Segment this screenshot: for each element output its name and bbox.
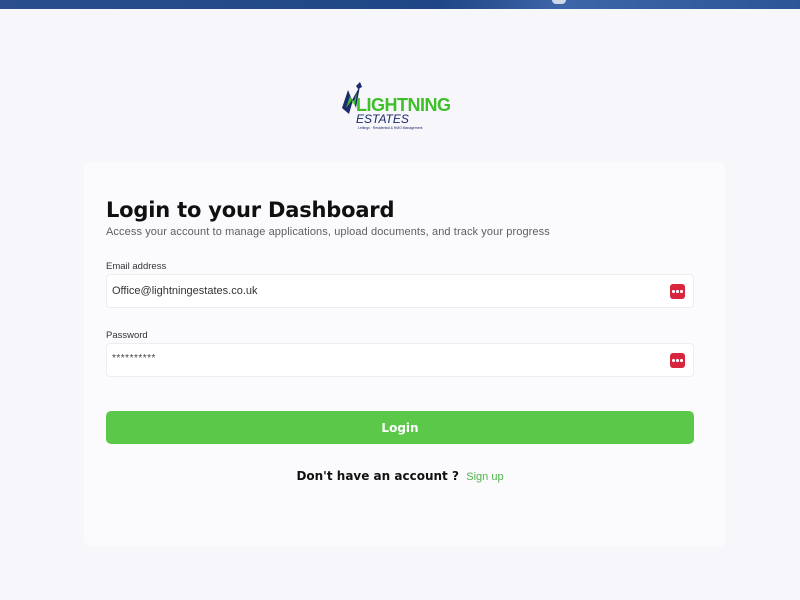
- email-value: Office@lightningestates.co.uk: [112, 285, 258, 297]
- browser-top-bar: [0, 0, 800, 9]
- password-manager-icon[interactable]: [670, 284, 685, 299]
- email-label: Email address: [106, 261, 167, 272]
- logo-tagline: Lettings · Residential & HMO Management: [358, 126, 423, 130]
- page-title: Login to your Dashboard: [106, 198, 395, 222]
- login-button[interactable]: Login: [106, 411, 694, 444]
- page-subtitle: Access your account to manage applicatio…: [106, 226, 550, 238]
- password-field[interactable]: **********: [106, 343, 694, 377]
- lightning-estates-logo: LIGHTNING ESTATES Lettings · Residential…: [338, 78, 464, 134]
- signup-link[interactable]: Sign up: [466, 471, 503, 483]
- email-field[interactable]: Office@lightningestates.co.uk: [106, 274, 694, 308]
- password-label: Password: [106, 330, 148, 341]
- top-bar-highlight: [552, 0, 566, 4]
- logo-subwordmark: ESTATES: [356, 112, 409, 126]
- signup-prompt: Don't have an account ?: [296, 469, 459, 483]
- password-value: **********: [112, 353, 156, 364]
- password-manager-icon[interactable]: [670, 353, 685, 368]
- logo-graphic: LIGHTNING ESTATES Lettings · Residential…: [342, 82, 451, 130]
- signup-row: Don't have an account ? Sign up: [0, 469, 800, 483]
